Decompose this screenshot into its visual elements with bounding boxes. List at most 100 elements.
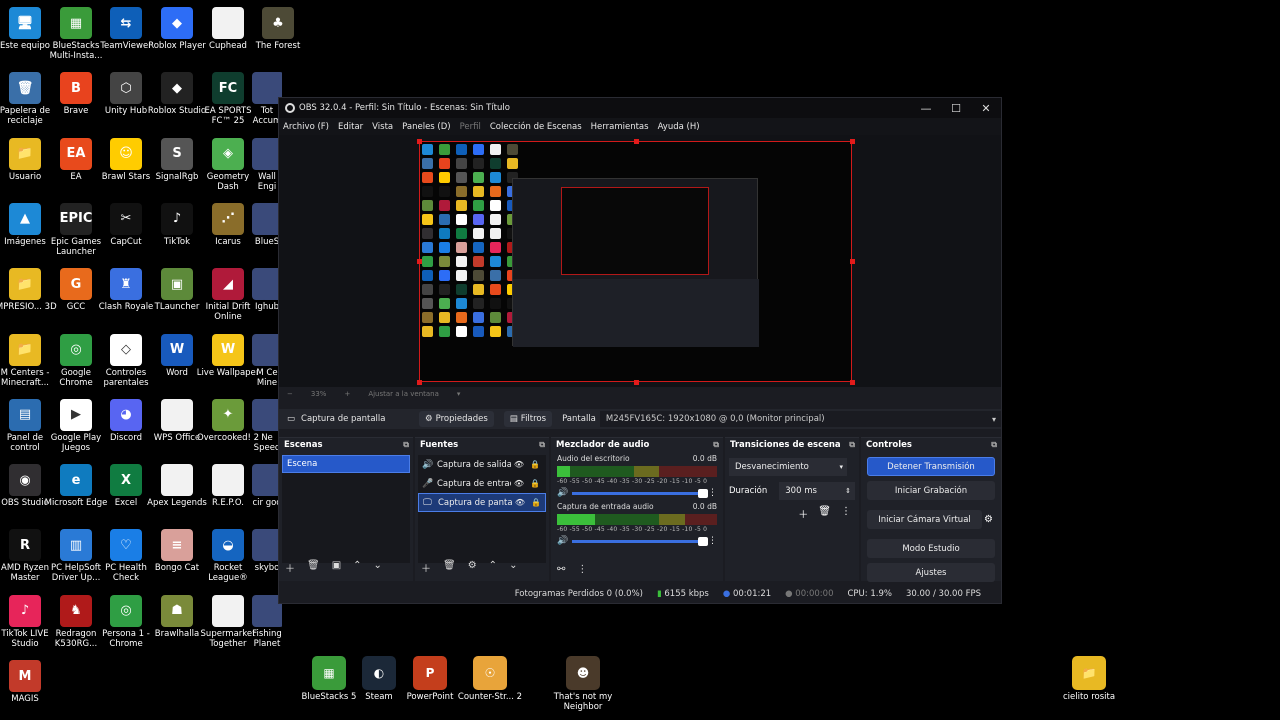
signal-icon: ▮ [656,589,662,599]
volume-slider[interactable] [572,488,708,498]
title-bar[interactable]: OBS 32.0.4 - Perfil: Sin Título - Escena… [279,98,1001,118]
app-icon: ✦ [212,398,244,431]
filters-button[interactable]: ▤ Filtros [503,411,553,427]
undock-icon[interactable]: ⧉ [713,440,719,450]
resize-handle[interactable] [417,259,422,264]
app-icon: ♞ [60,594,92,627]
app-icon: 📁 [9,137,41,170]
zoom-out-button[interactable]: − [287,390,293,398]
volume-slider[interactable] [572,536,708,546]
zoom-fit-button[interactable]: Ajustar a la ventana [368,390,439,398]
more-icon[interactable]: ⋮ [577,564,587,575]
undock-icon[interactable]: ⧉ [849,440,855,450]
trash-icon[interactable]: 🗑 [443,560,456,575]
duration-spinbox[interactable]: 300 ms ⇕ [779,482,855,500]
menu-docks[interactable]: Paneles (D) [402,122,450,132]
undock-icon[interactable]: ⧉ [539,440,545,450]
slider-handle[interactable] [698,488,708,498]
more-icon[interactable]: ⋮ [841,506,851,521]
resize-handle[interactable] [850,380,855,385]
volume-icon[interactable]: 🔊 [557,536,568,546]
close-button[interactable]: ✕ [971,102,1001,115]
desktop-icon[interactable]: ☻ That's not my Neighbor [550,656,616,712]
screen-capture-preview[interactable] [419,141,852,382]
settings-button[interactable]: Ajustes [867,563,995,582]
add-icon[interactable]: ＋ [421,560,431,575]
start-virtual-camera-button[interactable]: Iniciar Cámara Virtual [867,510,983,529]
studio-mode-button[interactable]: Modo Estudio [867,539,995,558]
app-icon: ▤ [9,398,41,431]
trash-icon[interactable]: 🗑 [307,560,320,575]
resize-handle[interactable] [634,139,639,144]
menu-file[interactable]: Archivo (F) [283,122,329,132]
captured-icon [422,270,433,281]
captured-icon [422,298,433,309]
undock-icon[interactable]: ⧉ [991,440,997,450]
lock-icon[interactable]: 🔒 [528,498,544,507]
captured-icon [473,144,484,155]
display-select[interactable]: M245FV165C: 1920x1080 @ 0,0 (Monitor pri… [599,411,1001,427]
preview-area[interactable] [279,135,1001,387]
captured-icon [422,158,433,169]
properties-button[interactable]: ⚙ Propiedades [419,411,494,427]
desktop-icon[interactable]: P PowerPoint [397,656,463,702]
chevron-down-icon[interactable]: ⌄ [509,560,517,575]
stop-streaming-button[interactable]: Detener Transmisión [867,457,995,476]
source-item[interactable]: 🖵 Captura de pantalla 👁 🔒 [418,493,546,512]
lock-icon[interactable]: 🔒 [527,479,543,488]
add-icon[interactable]: ＋ [285,560,295,575]
menu-scene-collection[interactable]: Colección de Escenas [490,122,582,132]
undock-icon[interactable]: ⧉ [403,440,409,450]
minimize-button[interactable]: — [911,102,941,115]
scene-item[interactable]: Escena [282,455,410,473]
resize-handle[interactable] [417,139,422,144]
app-icon: X [110,464,142,497]
captured-icon [473,242,484,253]
zoom-dropdown-icon[interactable]: ▾ [457,390,461,398]
source-item[interactable]: 🔊 Captura de salida 👁 🔒 [418,455,546,474]
desktop-icon[interactable]: M MAGIS [0,657,58,719]
app-icon: ☉ [473,656,507,690]
filters-label: Filtros [520,414,547,424]
app-icon: ⋰ [212,202,244,235]
eye-icon[interactable]: 👁 [511,460,527,469]
start-recording-button[interactable]: Iniciar Grabación [867,481,995,500]
menu-profile[interactable]: Perfil [460,122,481,132]
chevron-up-icon[interactable]: ⌃ [489,560,497,575]
desktop-icon[interactable]: ♣ The Forest [245,4,311,66]
desktop-icon[interactable]: ☉ Counter-Str... 2 [457,656,523,702]
slider-handle[interactable] [698,536,708,546]
zoom-in-button[interactable]: + [344,390,350,398]
spin-arrows-icon[interactable]: ⇕ [845,487,851,495]
more-icon[interactable]: ⋮ [708,536,717,546]
volume-icon[interactable]: 🔊 [557,488,568,498]
menu-view[interactable]: Vista [372,122,393,132]
channel-name: Audio del escritorio [557,454,630,463]
chevron-up-icon[interactable]: ⌃ [353,560,361,575]
filter-icon[interactable]: ▣ [332,560,341,575]
resize-handle[interactable] [417,380,422,385]
source-item[interactable]: 🎤 Captura de entrada 👁 🔒 [418,474,546,493]
menu-tools[interactable]: Herramientas [591,122,649,132]
resize-handle[interactable] [850,259,855,264]
more-icon[interactable]: ⋮ [708,488,717,498]
eye-icon[interactable]: 👁 [511,479,527,488]
desktop-icon[interactable]: 📁 cielito rosita [1056,656,1122,702]
lock-icon[interactable]: 🔒 [527,460,543,469]
transition-select[interactable]: Desvanecimiento ▾ [729,458,847,476]
link-icon[interactable]: ⚯ [557,564,565,575]
menu-edit[interactable]: Editar [338,122,363,132]
resize-handle[interactable] [634,380,639,385]
gear-icon[interactable]: ⚙ [468,560,477,575]
captured-icon [422,186,433,197]
gear-icon[interactable]: ⚙ [984,514,993,525]
maximize-button[interactable]: ☐ [941,102,971,115]
resize-handle[interactable] [850,139,855,144]
add-icon[interactable]: ＋ [798,506,808,521]
menu-help[interactable]: Ayuda (H) [658,122,700,132]
sources-list: 🔊 Captura de salida 👁 🔒 🎤 Captura de ent… [418,455,546,563]
eye-icon[interactable]: 👁 [512,498,528,507]
trash-icon[interactable]: 🗑 [818,506,831,521]
app-icon: ▣ [161,268,193,301]
chevron-down-icon[interactable]: ⌄ [374,560,382,575]
